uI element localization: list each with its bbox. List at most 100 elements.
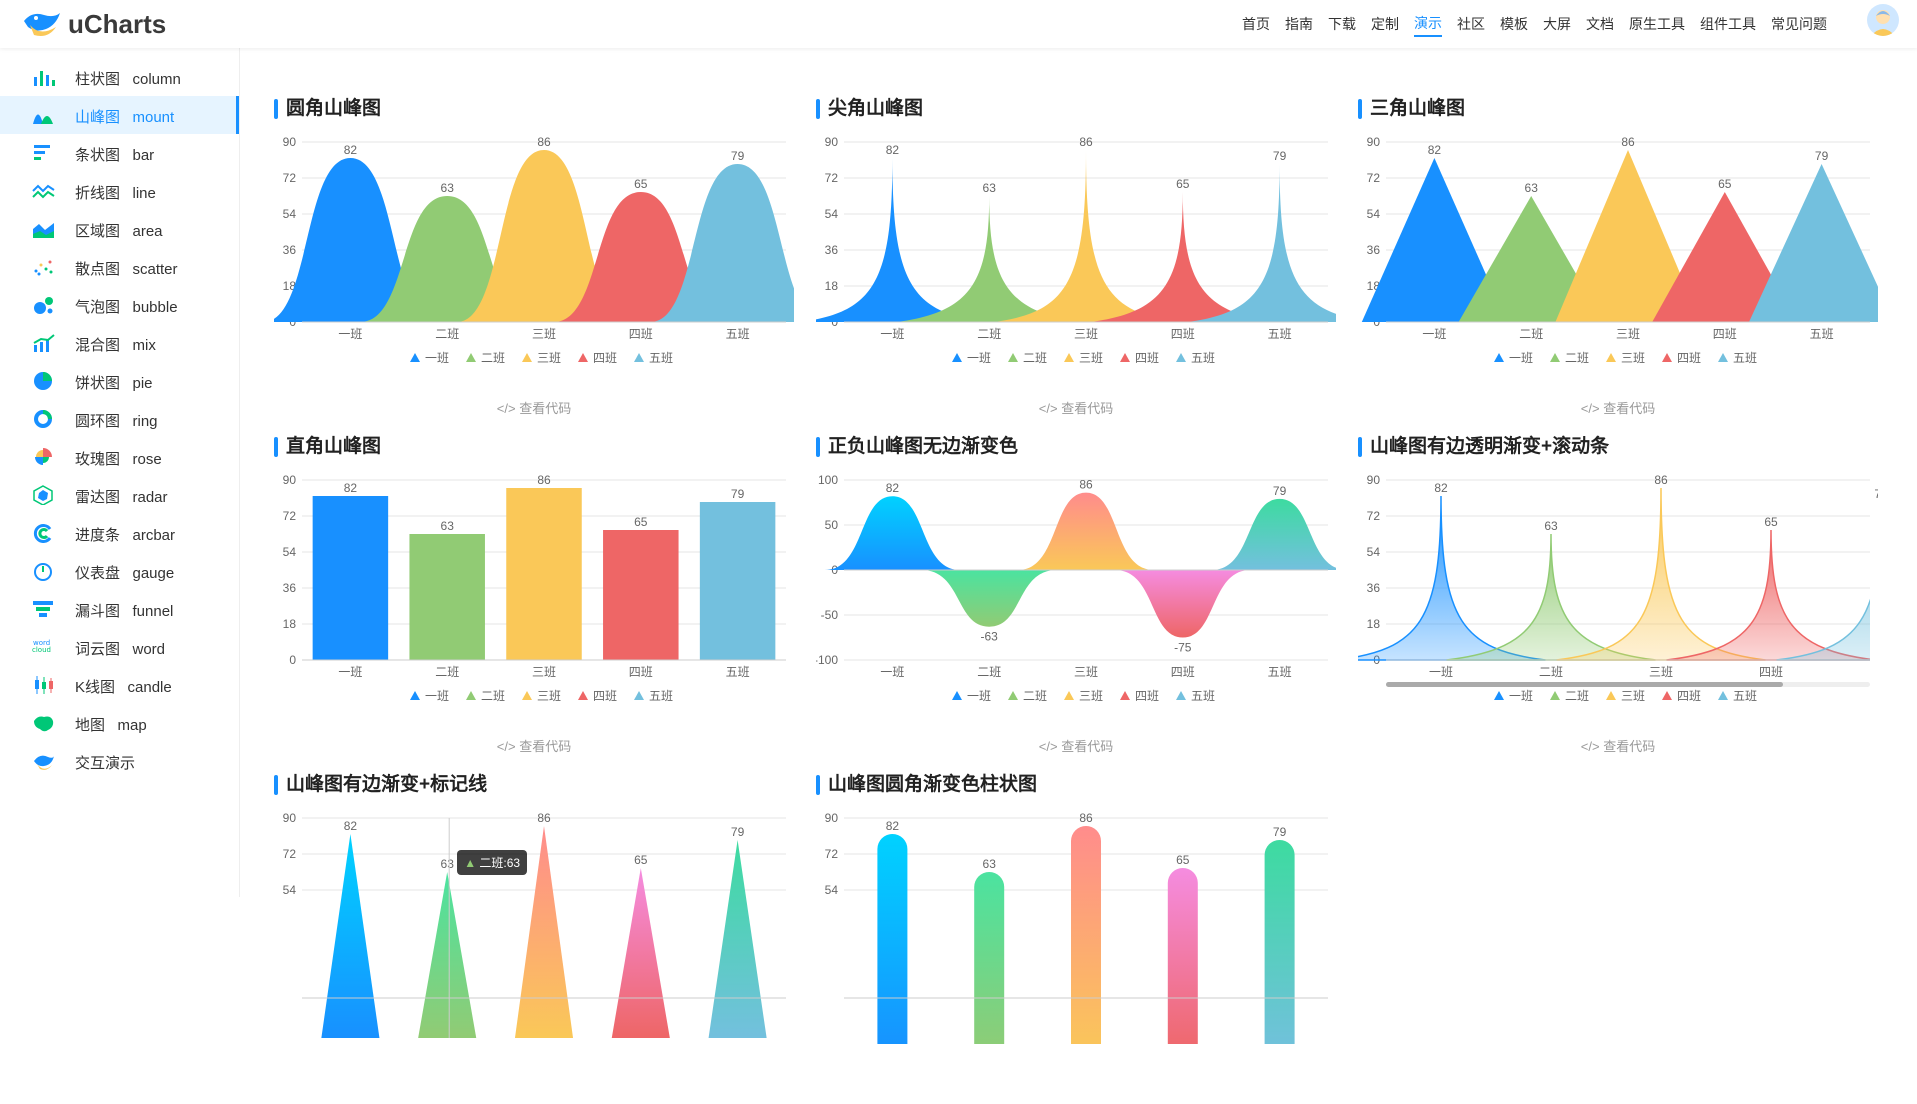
sidebar-item-ring[interactable]: 圆环图 ring: [0, 400, 239, 438]
sidebar-item-mix[interactable]: 混合图 mix: [0, 324, 239, 362]
chart-svg[interactable]: 54 72 90 82 63 86 65 79: [274, 804, 794, 1044]
chart-mark[interactable]: [877, 834, 908, 1044]
chart-mark[interactable]: [1071, 826, 1101, 1044]
nav-item[interactable]: 首页: [1242, 12, 1270, 36]
chart-mark[interactable]: [1167, 868, 1198, 1044]
nav-item[interactable]: 常见问题: [1771, 12, 1827, 36]
legend-marker[interactable]: [1176, 353, 1186, 362]
nav-item[interactable]: 组件工具: [1700, 12, 1756, 36]
chart-mark[interactable]: [994, 150, 1178, 322]
legend-marker[interactable]: [1494, 353, 1504, 362]
legend-marker[interactable]: [634, 353, 644, 362]
legend-label[interactable]: 五班: [1733, 351, 1757, 365]
chart-mark[interactable]: [708, 840, 767, 1038]
legend-label[interactable]: 四班: [1135, 689, 1159, 703]
legend-label[interactable]: 三班: [1079, 351, 1103, 365]
view-code-link[interactable]: </> 查看代码: [816, 398, 1336, 417]
sidebar-item-candle[interactable]: K线图 candle: [0, 666, 239, 704]
legend-marker[interactable]: [466, 691, 476, 700]
legend-label[interactable]: 一班: [1509, 351, 1533, 365]
legend-label[interactable]: 四班: [1677, 689, 1701, 703]
legend-marker[interactable]: [1120, 353, 1130, 362]
chart-svg[interactable]: 0183654729082一班63二班86三班65四班79五班一班二班三班四班五…: [1358, 128, 1878, 368]
chart-mark[interactable]: [699, 502, 776, 660]
chart-mark[interactable]: [816, 158, 985, 322]
sidebar-item-rose[interactable]: 玫瑰图 rose: [0, 438, 239, 476]
sidebar-item-map[interactable]: 地图 map: [0, 704, 239, 742]
chart-mark[interactable]: [1115, 570, 1251, 638]
sidebar-item-bar[interactable]: 条状图 bar: [0, 134, 239, 172]
legend-marker[interactable]: [1064, 691, 1074, 700]
legend-label[interactable]: 五班: [1733, 689, 1757, 703]
nav-item[interactable]: 大屏: [1543, 12, 1571, 36]
legend-label[interactable]: 五班: [1191, 689, 1215, 703]
legend-marker[interactable]: [466, 353, 476, 362]
chart-svg[interactable]: 0183654729082一班63二班86三班65四班79五班一班二班三班四班五…: [816, 128, 1336, 368]
legend-label[interactable]: 二班: [1023, 351, 1047, 365]
legend-label[interactable]: 三班: [537, 689, 561, 703]
sidebar-item-arcbar[interactable]: 进度条 arcbar: [0, 514, 239, 552]
legend-label[interactable]: 一班: [967, 351, 991, 365]
logo[interactable]: uCharts: [22, 4, 166, 44]
view-code-link[interactable]: </> 查看代码: [1358, 736, 1878, 755]
nav-item[interactable]: 模板: [1500, 12, 1528, 36]
legend-label[interactable]: 三班: [1621, 689, 1645, 703]
legend-label[interactable]: 二班: [481, 351, 505, 365]
sidebar-item-radar[interactable]: 雷达图 radar: [0, 476, 239, 514]
legend-label[interactable]: 三班: [537, 351, 561, 365]
chart-mark[interactable]: [1264, 840, 1295, 1044]
legend-marker[interactable]: [634, 691, 644, 700]
sidebar-item-interactive[interactable]: 交互演示: [0, 742, 239, 780]
legend-label[interactable]: 四班: [1135, 351, 1159, 365]
legend-label[interactable]: 五班: [649, 351, 673, 365]
chart-mark[interactable]: [1358, 495, 1546, 661]
chart-mark[interactable]: [1556, 487, 1766, 661]
sidebar-item-line[interactable]: 折线图 line: [0, 172, 239, 210]
chart-mark[interactable]: [921, 570, 1057, 627]
legend-label[interactable]: 四班: [593, 351, 617, 365]
sidebar-item-column[interactable]: 柱状图 column: [0, 58, 239, 96]
legend-label[interactable]: 五班: [649, 689, 673, 703]
chart-mark[interactable]: [1211, 498, 1336, 570]
chart-mark[interactable]: [1018, 492, 1154, 570]
legend-marker[interactable]: [1662, 353, 1672, 362]
legend-marker[interactable]: [1494, 691, 1504, 700]
nav-item[interactable]: 社区: [1457, 12, 1485, 36]
legend-marker[interactable]: [410, 691, 420, 700]
view-code-link[interactable]: </> 查看代码: [274, 398, 794, 417]
legend-label[interactable]: 二班: [1565, 351, 1589, 365]
chart-mark[interactable]: [1749, 164, 1878, 322]
legend-marker[interactable]: [1550, 691, 1560, 700]
legend-label[interactable]: 四班: [593, 689, 617, 703]
legend-label[interactable]: 二班: [1565, 689, 1589, 703]
sidebar-item-funnel[interactable]: 漏斗图 funnel: [0, 590, 239, 628]
scrollbar-thumb[interactable]: [1386, 682, 1783, 687]
legend-label[interactable]: 五班: [1191, 351, 1215, 365]
chart-svg[interactable]: 54 72 90 82 63 86 65 79: [816, 804, 1336, 1044]
sidebar-item-word[interactable]: word cloud 词云图 word: [0, 628, 239, 666]
legend-marker[interactable]: [578, 691, 588, 700]
nav-item[interactable]: 演示: [1414, 11, 1442, 37]
legend-marker[interactable]: [522, 691, 532, 700]
user-avatar[interactable]: [1867, 4, 1899, 36]
sidebar-item-bubble[interactable]: 气泡图 bubble: [0, 286, 239, 324]
legend-marker[interactable]: [1550, 353, 1560, 362]
horizontal-scrollbar[interactable]: [1386, 682, 1870, 687]
legend-label[interactable]: 一班: [1509, 689, 1533, 703]
legend-label[interactable]: 一班: [967, 689, 991, 703]
chart-mark[interactable]: [506, 488, 582, 660]
legend-label[interactable]: 二班: [1023, 689, 1047, 703]
nav-item[interactable]: 定制: [1371, 12, 1399, 36]
legend-marker[interactable]: [1120, 691, 1130, 700]
chart-mark[interactable]: [409, 534, 485, 660]
sidebar-item-gauge[interactable]: 仪表盘 gauge: [0, 552, 239, 590]
nav-item[interactable]: 指南: [1285, 12, 1313, 36]
legend-marker[interactable]: [1606, 691, 1616, 700]
legend-marker[interactable]: [952, 691, 962, 700]
chart-mark[interactable]: [611, 868, 670, 1038]
chart-mark[interactable]: [974, 872, 1005, 1044]
nav-item[interactable]: 下载: [1328, 12, 1356, 36]
legend-label[interactable]: 四班: [1677, 351, 1701, 365]
legend-marker[interactable]: [1008, 691, 1018, 700]
legend-marker[interactable]: [1064, 353, 1074, 362]
